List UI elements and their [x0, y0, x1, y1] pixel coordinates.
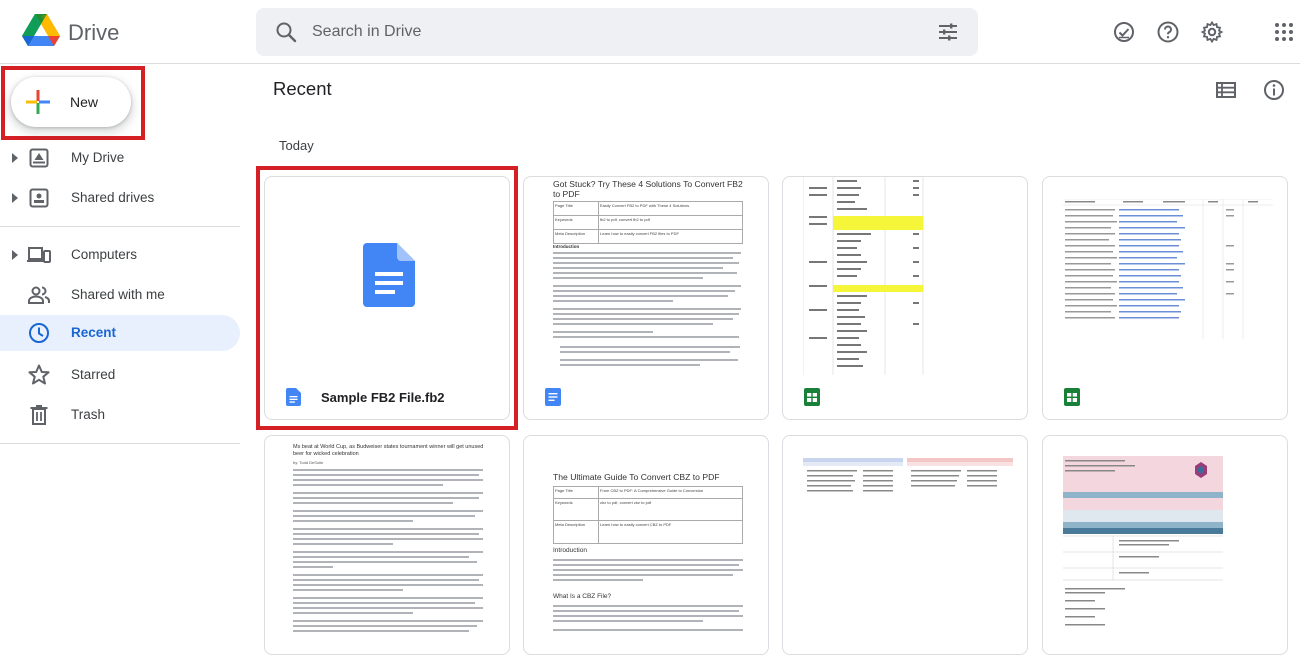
preview-title: The Ultimate Guide To Convert CBZ to PDF — [553, 472, 720, 482]
sidebar-item-label: Shared with me — [71, 287, 165, 302]
spreadsheet-preview — [803, 458, 1013, 492]
sidebar-item-label: Computers — [71, 247, 138, 262]
preview-cell: Meta Description — [554, 521, 599, 543]
file-footer — [1043, 375, 1287, 419]
sheets-icon — [804, 388, 820, 406]
file-thumbnail — [1043, 177, 1287, 375]
sidebar-item-label: Shared drives — [71, 190, 155, 205]
search-icon[interactable] — [274, 20, 298, 44]
app-title: Drive — [68, 20, 120, 45]
file-thumbnail — [265, 177, 509, 375]
preview-table: Page Title Easily Convert FB2 to PDF with… — [553, 201, 743, 244]
spreadsheet-preview — [803, 177, 924, 375]
file-footer: Sample FB2 File.fb2 — [265, 375, 509, 419]
sheets-icon — [1064, 388, 1080, 406]
shared-with-me-icon — [28, 286, 50, 304]
spreadsheet-preview — [1063, 456, 1223, 626]
file-card[interactable] — [1042, 435, 1288, 655]
sidebar-item-label: Recent — [71, 325, 117, 340]
preview-heading: Introduction — [553, 244, 580, 249]
file-thumbnail — [1043, 436, 1287, 634]
trash-icon — [30, 405, 48, 425]
docs-large-icon — [363, 243, 415, 307]
ready-for-offline-icon[interactable] — [1112, 20, 1136, 44]
preview-title: Got Stuck? Try These 4 Solutions To Conv… — [553, 179, 743, 199]
sidebar-item-trash[interactable]: Trash — [0, 397, 240, 433]
file-card[interactable]: The Ultimate Guide To Convert CBZ to PDF… — [523, 435, 769, 655]
star-icon — [28, 364, 50, 385]
info-icon[interactable] — [1262, 78, 1286, 102]
docs-icon — [286, 388, 301, 406]
plus-icon — [26, 90, 50, 114]
file-thumbnail: Ms beat at World Cup, as Budweiser state… — [265, 436, 509, 634]
settings-icon[interactable] — [1200, 20, 1224, 44]
preview-cell: Learn how to easily convert FB2 files to… — [600, 231, 679, 236]
spreadsheet-preview — [1063, 199, 1273, 339]
tune-icon[interactable] — [936, 20, 960, 44]
new-button[interactable]: New — [11, 77, 131, 127]
sidebar-item-computers[interactable]: Computers — [0, 237, 240, 273]
file-name: Sample FB2 File.fb2 — [321, 390, 445, 405]
preview-cell: cbz to pdf, convert cbz to pdf — [600, 500, 652, 505]
apps-grid-icon[interactable] — [1272, 20, 1296, 44]
list-view-icon[interactable] — [1214, 78, 1238, 102]
file-thumbnail: Got Stuck? Try These 4 Solutions To Conv… — [524, 177, 768, 375]
preview-title: Ms beat at World Cup, as Budweiser state… — [293, 444, 484, 457]
file-thumbnail: The Ultimate Guide To Convert CBZ to PDF… — [524, 436, 768, 634]
file-footer — [783, 375, 1027, 419]
help-icon[interactable] — [1156, 20, 1180, 44]
page-title: Recent — [273, 78, 332, 99]
section-label-today: Today — [279, 138, 314, 153]
expand-arrow-icon[interactable] — [12, 250, 18, 260]
sidebar-item-recent[interactable]: Recent — [0, 315, 240, 351]
preview-heading: What Is a CBZ File? — [553, 593, 612, 600]
file-card[interactable]: Ms beat at World Cup, as Budweiser state… — [264, 435, 510, 655]
recent-icon — [29, 323, 49, 343]
preview-cell: Meta Description — [554, 230, 599, 243]
file-card[interactable] — [1042, 176, 1288, 420]
sidebar-item-label: Starred — [71, 367, 116, 382]
sidebar-divider — [0, 443, 240, 444]
file-card[interactable] — [782, 176, 1028, 420]
search-input[interactable] — [312, 18, 912, 46]
top-bar: Drive — [0, 0, 1300, 64]
my-drive-icon — [29, 148, 49, 168]
preview-cell: Keywords — [554, 499, 599, 520]
file-card[interactable] — [782, 435, 1028, 655]
file-thumbnail — [783, 436, 1027, 634]
sidebar-divider — [0, 226, 240, 227]
new-button-label: New — [70, 94, 99, 110]
file-card[interactable]: Got Stuck? Try These 4 Solutions To Conv… — [523, 176, 769, 420]
sidebar-item-shared-with-me[interactable]: Shared with me — [0, 277, 240, 313]
google-drive-logo[interactable] — [22, 14, 60, 48]
sidebar-item-starred[interactable]: Starred — [0, 357, 240, 393]
computers-icon — [27, 247, 51, 263]
preview-cell: Learn how to easily convert CBZ to PDF — [600, 522, 672, 527]
sidebar-item-shared-drives[interactable]: Shared drives — [0, 180, 240, 216]
shared-drives-icon — [29, 188, 49, 208]
preview-cell: Keywords — [554, 216, 599, 229]
preview-byline: by: Todd DeSolle — [293, 460, 324, 465]
file-card[interactable]: Sample FB2 File.fb2 — [264, 176, 510, 420]
docs-icon — [545, 388, 561, 406]
sidebar-item-label: Trash — [71, 407, 106, 422]
search-bar[interactable] — [256, 8, 978, 56]
file-thumbnail — [783, 177, 1027, 375]
preview-heading: Introduction — [553, 547, 587, 554]
preview-table: Page Title From CBZ to PDF: A Comprehensi… — [553, 486, 743, 544]
preview-cell: Page Title — [554, 202, 599, 215]
sidebar-item-my-drive[interactable]: My Drive — [0, 140, 240, 176]
sidebar-item-label: My Drive — [71, 150, 125, 165]
preview-cell: Page Title — [554, 487, 599, 498]
preview-cell: From CBZ to PDF: A Comprehensive Guide t… — [600, 488, 704, 493]
preview-cell: Easily Convert FB2 to PDF with These 4 S… — [600, 203, 690, 208]
expand-arrow-icon[interactable] — [12, 153, 18, 163]
preview-cell: fb2 to pdf, convert fb2 to pdf — [600, 217, 650, 222]
file-footer — [524, 375, 768, 419]
expand-arrow-icon[interactable] — [12, 193, 18, 203]
